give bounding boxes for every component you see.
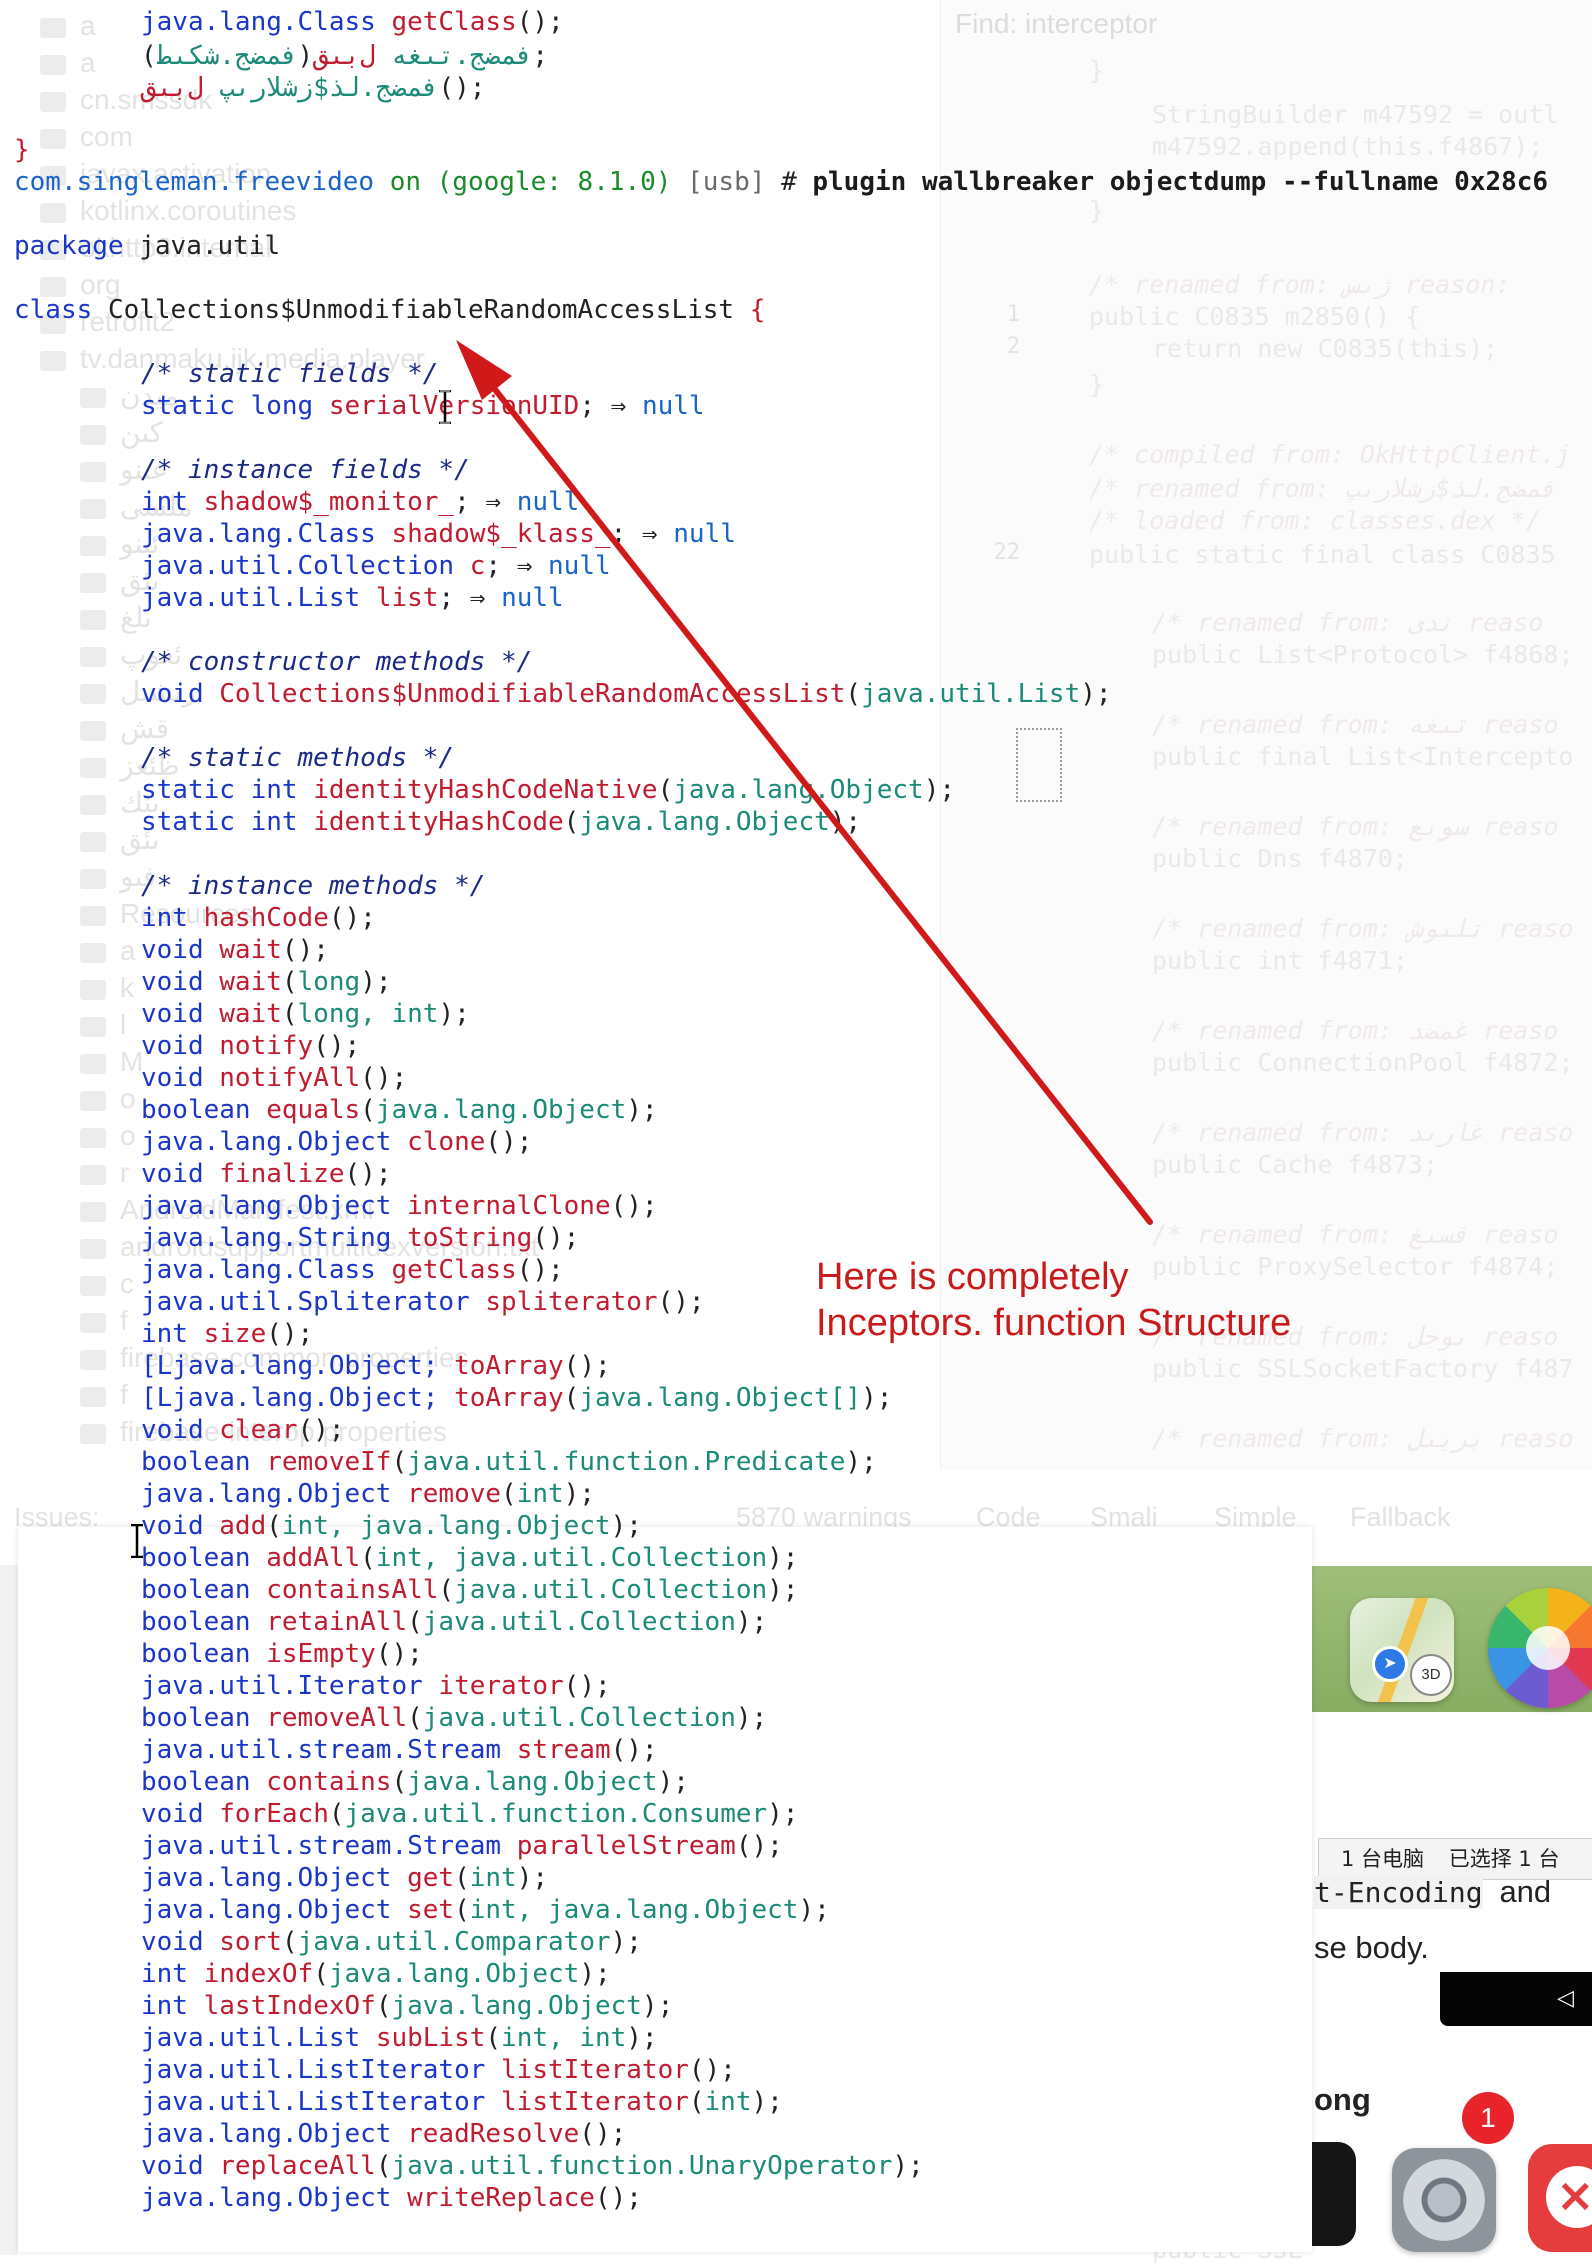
ibeam-cursor-icon-lower <box>130 1524 144 1558</box>
annotation-line-1: Here is completely <box>816 1256 1129 1298</box>
arrow-shaft <box>483 375 1153 1225</box>
ibeam-cursor-icon <box>438 390 452 424</box>
annotation-line-2: Inceptors. function Structure <box>816 1302 1292 1344</box>
arrow-head <box>456 340 512 400</box>
annotation-text: Here is completely Inceptors. function S… <box>816 1254 1291 1346</box>
annotation-arrow <box>456 340 1153 1225</box>
